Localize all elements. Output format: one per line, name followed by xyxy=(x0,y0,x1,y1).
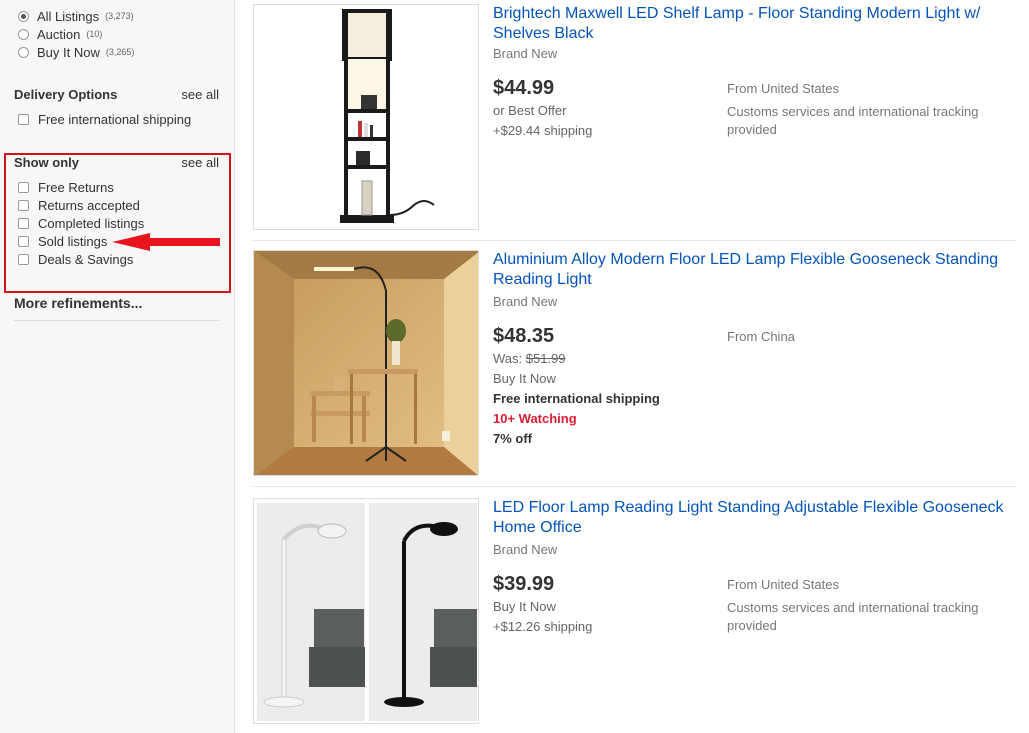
filter-label: Deals & Savings xyxy=(38,251,134,267)
checkbox[interactable] xyxy=(18,217,29,229)
listing-separator xyxy=(253,240,1016,241)
format-label: Auction xyxy=(37,26,81,42)
shelf-lamp-image[interactable] xyxy=(253,4,479,230)
checkbox[interactable] xyxy=(18,199,29,211)
more-refinements-link[interactable]: More refinements... xyxy=(14,295,142,311)
show-only-see-all-link[interactable]: see all xyxy=(181,155,219,170)
listing-shipping: +$29.44 shipping xyxy=(493,123,593,138)
radio-selected-icon[interactable] xyxy=(18,10,29,22)
checkbox[interactable] xyxy=(18,235,29,247)
filter-label: Free Returns xyxy=(38,179,114,195)
was-label: Was: xyxy=(493,351,523,366)
filter-label: Completed listings xyxy=(38,215,145,231)
listing-separator xyxy=(253,486,1016,487)
listing-condition: Brand New xyxy=(493,542,558,557)
format-count: (3,273) xyxy=(105,11,134,21)
listing-free-shipping: Free international shipping xyxy=(493,391,660,406)
listing-shipping: +$12.26 shipping xyxy=(493,619,593,634)
format-option-auction[interactable]: Auction (10) xyxy=(18,25,102,43)
format-label: All Listings xyxy=(37,8,100,24)
refinement-sidebar: All Listings (3,273) Auction (10) Buy It… xyxy=(0,0,235,733)
delivery-options-title: Delivery Options xyxy=(14,87,118,102)
delivery-see-all-link[interactable]: see all xyxy=(181,87,219,102)
listing-price: $48.35 xyxy=(493,325,555,347)
divider xyxy=(14,320,219,321)
listing-item: Brightech Maxwell LED Shelf Lamp - Floor… xyxy=(253,4,1013,236)
listing-title-link[interactable]: Brightech Maxwell LED Shelf Lamp - Floor… xyxy=(493,4,1013,44)
filter-free-international-shipping[interactable]: Free international shipping xyxy=(18,110,191,128)
listing-best-offer: or Best Offer xyxy=(493,103,567,118)
radio-icon[interactable] xyxy=(18,46,29,58)
filter-returns-accepted[interactable]: Returns accepted xyxy=(18,196,140,214)
gooseneck-lamp-room-image[interactable] xyxy=(253,250,479,476)
listing-location-note: Customs services and international track… xyxy=(727,600,979,633)
listing-location: From United States xyxy=(727,81,839,96)
listing-discount: 7% off xyxy=(493,431,532,446)
filter-sold-listings[interactable]: Sold listings xyxy=(18,232,107,250)
listing-title-link[interactable]: Aluminium Alloy Modern Floor LED Lamp Fl… xyxy=(493,250,1013,290)
format-count: (10) xyxy=(86,29,103,39)
filter-label: Free international shipping xyxy=(38,111,192,127)
listing-condition: Brand New xyxy=(493,46,558,61)
filter-label: Sold listings xyxy=(38,233,108,249)
show-only-title: Show only xyxy=(14,155,79,170)
filter-deals-savings[interactable]: Deals & Savings xyxy=(18,250,133,268)
listing-title-link[interactable]: LED Floor Lamp Reading Light Standing Ad… xyxy=(493,498,1013,538)
listing-item: LED Floor Lamp Reading Light Standing Ad… xyxy=(253,498,1013,726)
listing-was-price: Was: $51.99 xyxy=(493,351,566,366)
format-count: (3,265) xyxy=(105,47,135,57)
listing-buy-format: Buy It Now xyxy=(493,599,556,614)
checkbox[interactable] xyxy=(18,253,29,265)
format-option-buy-it-now[interactable]: Buy It Now (3,265) xyxy=(18,43,134,61)
filter-label: Returns accepted xyxy=(38,197,140,213)
radio-icon[interactable] xyxy=(18,28,29,40)
listing-item: Aluminium Alloy Modern Floor LED Lamp Fl… xyxy=(253,250,1013,478)
checkbox[interactable] xyxy=(18,113,29,125)
reading-lamps-image[interactable] xyxy=(253,498,479,724)
listing-location: From United States xyxy=(727,577,839,592)
listing-price: $39.99 xyxy=(493,573,555,595)
checkbox[interactable] xyxy=(18,181,29,193)
listing-watching-badge: 10+ Watching xyxy=(493,411,577,426)
listing-condition: Brand New xyxy=(493,294,558,309)
listing-location: From China xyxy=(727,329,795,344)
listing-location-note: Customs services and international track… xyxy=(727,104,979,137)
filter-free-returns[interactable]: Free Returns xyxy=(18,178,114,196)
was-price-value: $51.99 xyxy=(525,351,566,366)
format-option-all-listings[interactable]: All Listings (3,273) xyxy=(18,7,134,25)
listing-buy-format: Buy It Now xyxy=(493,371,556,386)
format-label: Buy It Now xyxy=(37,44,100,60)
filter-completed-listings[interactable]: Completed listings xyxy=(18,214,144,232)
annotation-arrow-icon xyxy=(112,233,220,251)
listing-price: $44.99 xyxy=(493,77,555,99)
